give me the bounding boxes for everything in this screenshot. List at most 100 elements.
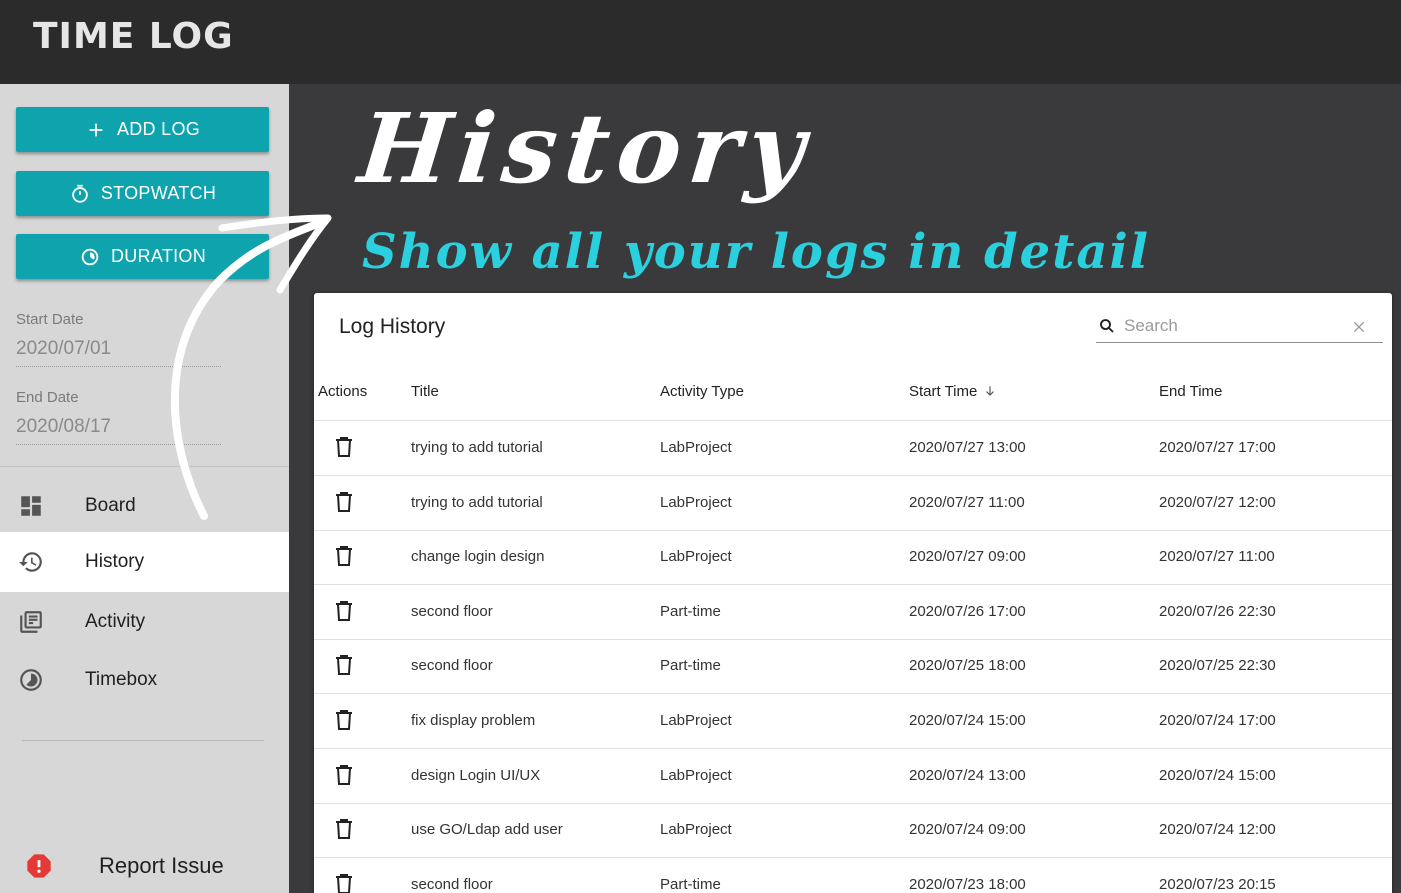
- table-row[interactable]: trying to add tutorial LabProject 2020/07/…: [314, 421, 1392, 476]
- cell-end-time: 2020/07/23 20:15: [1159, 875, 1276, 893]
- table-header: Actions Title Activity Type Start Time E…: [314, 367, 1392, 421]
- log-history-panel: Log History Actions Title Activity Type …: [314, 293, 1392, 893]
- column-header-label: Start Time: [909, 383, 978, 400]
- table-row[interactable]: fix display problem LabProject 2020/07/24 …: [314, 694, 1392, 749]
- end-date-label: End Date: [16, 389, 79, 406]
- table-row[interactable]: trying to add tutorial LabProject 2020/07/…: [314, 476, 1392, 531]
- search-input[interactable]: [1124, 313, 1344, 339]
- cell-title: design Login UI/UX: [411, 766, 541, 784]
- column-header-start-time[interactable]: Start Time: [909, 383, 997, 400]
- cell-start-time: 2020/07/24 09:00: [909, 821, 1026, 839]
- sidebar-item-label: Activity: [85, 611, 146, 632]
- delete-icon[interactable]: [334, 600, 354, 622]
- stopwatch-button[interactable]: STOPWATCH: [16, 171, 269, 216]
- timelapse-icon: [81, 248, 99, 265]
- column-header-title[interactable]: Title: [411, 383, 439, 400]
- cell-activity-type: Part-time: [660, 657, 721, 675]
- cell-title: trying to add tutorial: [411, 493, 543, 511]
- table-row[interactable]: design Login UI/UX LabProject 2020/07/24 1…: [314, 749, 1392, 804]
- sidebar-item-timebox[interactable]: Timebox: [0, 650, 289, 710]
- cell-activity-type: LabProject: [660, 821, 732, 839]
- arrow-down-icon: [986, 386, 995, 396]
- cell-start-time: 2020/07/27 09:00: [909, 548, 1026, 566]
- end-date-field[interactable]: 2020/08/17: [16, 416, 221, 445]
- report-issue-label: Report Issue: [99, 853, 224, 878]
- delete-icon[interactable]: [334, 436, 354, 458]
- cell-end-time: 2020/07/25 22:30: [1159, 657, 1276, 675]
- duration-label: DURATION: [110, 246, 207, 266]
- delete-icon[interactable]: [334, 873, 354, 893]
- cell-start-time: 2020/07/27 13:00: [909, 439, 1026, 456]
- hero-title: History: [354, 92, 818, 205]
- start-date-field[interactable]: 2020/07/01: [16, 338, 221, 367]
- sidebar: ADD LOG STOPWATCH DURATION Start Date 20…: [0, 84, 289, 893]
- cell-start-time: 2020/07/23 18:00: [909, 875, 1026, 893]
- delete-icon[interactable]: [334, 818, 354, 840]
- sidebar-item-label: Timebox: [85, 669, 158, 690]
- sidebar-item-history[interactable]: History: [0, 532, 289, 592]
- cell-title: second floor: [411, 657, 493, 675]
- delete-icon[interactable]: [334, 491, 354, 513]
- cell-activity-type: Part-time: [660, 602, 721, 620]
- cell-end-time: 2020/07/27 11:00: [1159, 548, 1275, 566]
- cell-title: use GO/Ldap add user: [411, 821, 563, 839]
- cell-activity-type: LabProject: [660, 766, 732, 784]
- cell-end-time: 2020/07/24 12:00: [1159, 821, 1276, 839]
- delete-icon[interactable]: [334, 654, 354, 676]
- column-header-activity-type[interactable]: Activity Type: [660, 383, 744, 400]
- cell-start-time: 2020/07/26 17:00: [909, 602, 1026, 620]
- cell-end-time: 2020/07/27 12:00: [1159, 493, 1276, 511]
- cell-title: trying to add tutorial: [411, 439, 543, 456]
- cell-start-time: 2020/07/27 11:00: [909, 493, 1025, 511]
- close-icon[interactable]: [1351, 319, 1367, 335]
- plus-icon: [89, 123, 103, 136]
- start-date-label: Start Date: [16, 311, 84, 328]
- delete-icon[interactable]: [334, 709, 354, 731]
- cell-activity-type: Part-time: [660, 875, 721, 893]
- delete-icon[interactable]: [334, 545, 354, 567]
- cell-end-time: 2020/07/24 15:00: [1159, 766, 1276, 784]
- cell-end-time: 2020/07/24 17:00: [1159, 712, 1276, 729]
- app-title: TIME LOG: [33, 16, 234, 57]
- cell-title: second floor: [411, 875, 493, 893]
- panel-title: Log History: [339, 315, 446, 338]
- sidebar-item-board[interactable]: Board: [0, 476, 289, 536]
- timer-icon: [72, 184, 88, 203]
- sidebar-item-label: Board: [85, 495, 136, 516]
- dashboard-icon: [21, 496, 41, 516]
- history-icon: [19, 552, 42, 572]
- table-row[interactable]: second floor Part-time 2020/07/23 18:00 202…: [314, 858, 1392, 893]
- stopwatch-label: STOPWATCH: [100, 183, 217, 203]
- column-header-actions: Actions: [318, 383, 368, 400]
- table-row[interactable]: change login design LabProject 2020/07/27 …: [314, 530, 1392, 586]
- delete-icon[interactable]: [334, 764, 354, 786]
- column-header-end-time[interactable]: End Time: [1159, 383, 1222, 400]
- error-icon: [27, 854, 51, 878]
- app-bar: TIME LOG: [0, 0, 1401, 84]
- cell-title: change login design: [411, 548, 545, 566]
- hero-subtitle: Show all your logs in detail: [362, 224, 1150, 280]
- table-row[interactable]: second floor Part-time 2020/07/25 18:00 202…: [314, 639, 1392, 695]
- cell-activity-type: LabProject: [660, 712, 732, 729]
- cell-start-time: 2020/07/25 18:00: [909, 657, 1026, 675]
- cell-title: fix display problem: [411, 712, 536, 729]
- add-log-button[interactable]: ADD LOG: [16, 107, 269, 152]
- cell-start-time: 2020/07/24 13:00: [909, 766, 1026, 784]
- library-books-icon: [20, 611, 42, 633]
- table-row[interactable]: use GO/Ldap add user LabProject 2020/07/24…: [314, 803, 1392, 859]
- sidebar-divider: [0, 466, 289, 467]
- cell-end-time: 2020/07/26 22:30: [1159, 602, 1276, 620]
- duration-button[interactable]: DURATION: [16, 234, 269, 279]
- search-icon: [1100, 319, 1114, 333]
- sidebar-item-label: History: [85, 551, 145, 572]
- sidebar-item-activity[interactable]: Activity: [0, 592, 289, 652]
- timelapse-icon: [20, 669, 42, 691]
- cell-end-time: 2020/07/27 17:00: [1159, 439, 1276, 456]
- cell-activity-type: LabProject: [660, 493, 732, 511]
- table-row[interactable]: second floor Part-time 2020/07/26 17:00 202…: [314, 585, 1392, 640]
- cell-start-time: 2020/07/24 15:00: [909, 712, 1026, 729]
- cell-title: second floor: [411, 602, 493, 620]
- add-log-label: ADD LOG: [116, 119, 201, 139]
- cell-activity-type: LabProject: [660, 439, 732, 456]
- report-issue-button[interactable]: Report Issue: [0, 840, 289, 893]
